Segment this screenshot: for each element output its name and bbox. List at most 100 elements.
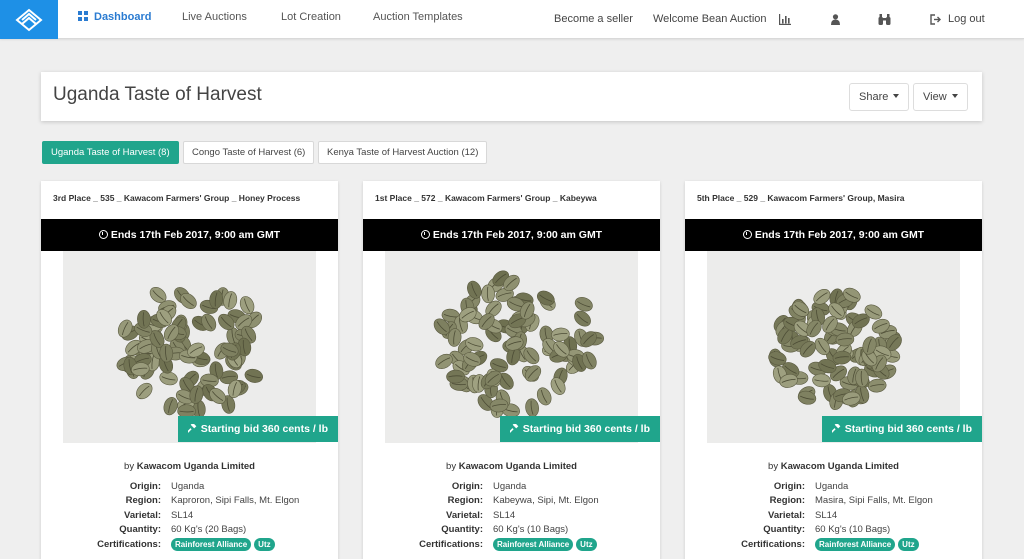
seller-line: by Kawacom Uganda Limited xyxy=(41,461,338,472)
end-time-bar: Ends 17th Feb 2017, 9:00 am GMT xyxy=(363,219,660,251)
certification-badge: Utz xyxy=(898,538,919,551)
quantity-value: 60 Kg's (20 Bags) xyxy=(171,524,247,535)
end-time-text: Ends 17th Feb 2017, 9:00 am GMT xyxy=(432,229,603,241)
logout-link[interactable]: Log out xyxy=(948,13,985,25)
origin-value: Uganda xyxy=(171,481,205,492)
certifications-label: Certifications: xyxy=(741,539,805,550)
nav-auction-templates[interactable]: Auction Templates xyxy=(373,11,463,23)
top-nav: Dashboard Live Auctions Lot Creation Auc… xyxy=(0,0,1024,39)
region-value: Kaproron, Sipi Falls, Mt. Elgon xyxy=(171,495,300,506)
view-dropdown[interactable]: View xyxy=(913,83,968,111)
quantity-label: Quantity: xyxy=(441,524,483,535)
title-panel: Uganda Taste of Harvest Share View xyxy=(41,72,982,121)
region-label: Region: xyxy=(769,495,805,506)
end-time-bar: Ends 17th Feb 2017, 9:00 am GMT xyxy=(685,219,982,251)
origin-label: Origin: xyxy=(773,481,805,492)
become-seller-link[interactable]: Become a seller xyxy=(554,13,633,25)
varietal-value: SL14 xyxy=(493,510,516,521)
quantity-label: Quantity: xyxy=(763,524,805,535)
lot-card[interactable]: 3rd Place _ 535 _ Kawacom Farmers' Group… xyxy=(41,181,338,559)
seller-prefix: by xyxy=(124,461,135,472)
lot-title[interactable]: 5th Place _ 529 _ Kawacom Farmers' Group… xyxy=(697,193,905,203)
certification-badge: Utz xyxy=(254,538,275,551)
certification-badge: Utz xyxy=(576,538,597,551)
logo[interactable] xyxy=(0,0,58,39)
quantity-value: 60 Kg's (10 Bags) xyxy=(815,524,891,535)
welcome-text: Welcome Bean Auction xyxy=(653,13,767,25)
origin-value: Uganda xyxy=(493,481,527,492)
coffee-beans-image[interactable] xyxy=(707,251,960,443)
coffee-beans-picture xyxy=(116,287,263,419)
nav-lot-creation[interactable]: Lot Creation xyxy=(281,11,341,23)
nav-dashboard-label: Dashboard xyxy=(94,11,152,23)
coffee-beans-image[interactable] xyxy=(63,251,316,443)
clock-icon xyxy=(420,230,430,239)
certification-badge: Rainforest Alliance xyxy=(493,538,574,551)
region-label: Region: xyxy=(125,495,161,506)
certifications-value: Rainforest Alliance Utz xyxy=(815,538,922,551)
logout-icon[interactable] xyxy=(930,12,941,30)
seller-name: Kawacom Uganda Limited xyxy=(780,461,899,472)
coffee-beans-image[interactable] xyxy=(385,251,638,443)
gavel-icon xyxy=(186,417,197,433)
origin-label: Origin: xyxy=(451,481,483,492)
lot-card[interactable]: 5th Place _ 529 _ Kawacom Farmers' Group… xyxy=(685,181,982,559)
view-label: View xyxy=(923,91,947,103)
share-dropdown[interactable]: Share xyxy=(849,83,910,111)
varietal-value: SL14 xyxy=(815,510,838,521)
certification-badge: Rainforest Alliance xyxy=(815,538,896,551)
logo-icon xyxy=(15,8,43,32)
gavel-icon xyxy=(830,417,841,433)
caret-down-icon xyxy=(951,94,958,98)
seller-line: by Kawacom Uganda Limited xyxy=(363,461,660,472)
page-title: Uganda Taste of Harvest xyxy=(53,84,262,105)
binoculars-icon[interactable] xyxy=(878,12,891,30)
tab-uganda[interactable]: Uganda Taste of Harvest (8) xyxy=(42,141,179,164)
end-time-text: Ends 17th Feb 2017, 9:00 am GMT xyxy=(754,229,925,241)
starting-bid-text: Starting bid 360 cents / lb xyxy=(522,423,650,435)
grid-icon xyxy=(78,11,88,21)
varietal-label: Varietal: xyxy=(124,510,161,521)
varietal-label: Varietal: xyxy=(446,510,483,521)
tab-kenya[interactable]: Kenya Taste of Harvest Auction (12) xyxy=(318,141,488,164)
region-value: Kabeywa, Sipi, Mt. Elgon xyxy=(493,495,599,506)
seller-line: by Kawacom Uganda Limited xyxy=(685,461,982,472)
origin-label: Origin: xyxy=(129,481,161,492)
region-value: Masira, Sipi Falls, Mt. Elgon xyxy=(815,495,933,506)
starting-bid-text: Starting bid 360 cents / lb xyxy=(200,423,328,435)
region-label: Region: xyxy=(447,495,483,506)
coffee-beans-picture xyxy=(433,270,604,418)
starting-bid-badge: Starting bid 360 cents / lb xyxy=(821,416,982,442)
clock-icon xyxy=(98,230,108,239)
end-time-bar: Ends 17th Feb 2017, 9:00 am GMT xyxy=(41,219,338,251)
coffee-beans-picture xyxy=(768,287,902,411)
nav-dashboard[interactable]: Dashboard xyxy=(78,11,151,23)
starting-bid-text: Starting bid 360 cents / lb xyxy=(844,423,972,435)
tab-congo[interactable]: Congo Taste of Harvest (6) xyxy=(183,141,315,164)
caret-down-icon xyxy=(893,94,900,98)
seller-prefix: by xyxy=(768,461,779,472)
starting-bid-badge: Starting bid 360 cents / lb xyxy=(177,416,338,442)
starting-bid-badge: Starting bid 360 cents / lb xyxy=(499,416,660,442)
end-time-text: Ends 17th Feb 2017, 9:00 am GMT xyxy=(110,229,281,241)
share-label: Share xyxy=(859,91,889,103)
varietal-value: SL14 xyxy=(171,510,194,521)
user-icon[interactable] xyxy=(831,12,840,30)
origin-value: Uganda xyxy=(815,481,849,492)
lot-title[interactable]: 1st Place _ 572 _ Kawacom Farmers' Group… xyxy=(375,193,597,203)
seller-name: Kawacom Uganda Limited xyxy=(136,461,255,472)
nav-live-auctions[interactable]: Live Auctions xyxy=(182,11,247,23)
seller-name: Kawacom Uganda Limited xyxy=(458,461,577,472)
varietal-label: Varietal: xyxy=(768,510,805,521)
lot-card[interactable]: 1st Place _ 572 _ Kawacom Farmers' Group… xyxy=(363,181,660,559)
quantity-label: Quantity: xyxy=(119,524,161,535)
seller-prefix: by xyxy=(446,461,457,472)
certifications-value: Rainforest Alliance Utz xyxy=(171,538,278,551)
clock-icon xyxy=(742,230,752,239)
certification-badge: Rainforest Alliance xyxy=(171,538,252,551)
lot-title[interactable]: 3rd Place _ 535 _ Kawacom Farmers' Group… xyxy=(53,193,300,203)
chart-icon[interactable] xyxy=(779,12,791,30)
quantity-value: 60 Kg's (10 Bags) xyxy=(493,524,569,535)
certifications-label: Certifications: xyxy=(97,539,161,550)
certifications-label: Certifications: xyxy=(419,539,483,550)
